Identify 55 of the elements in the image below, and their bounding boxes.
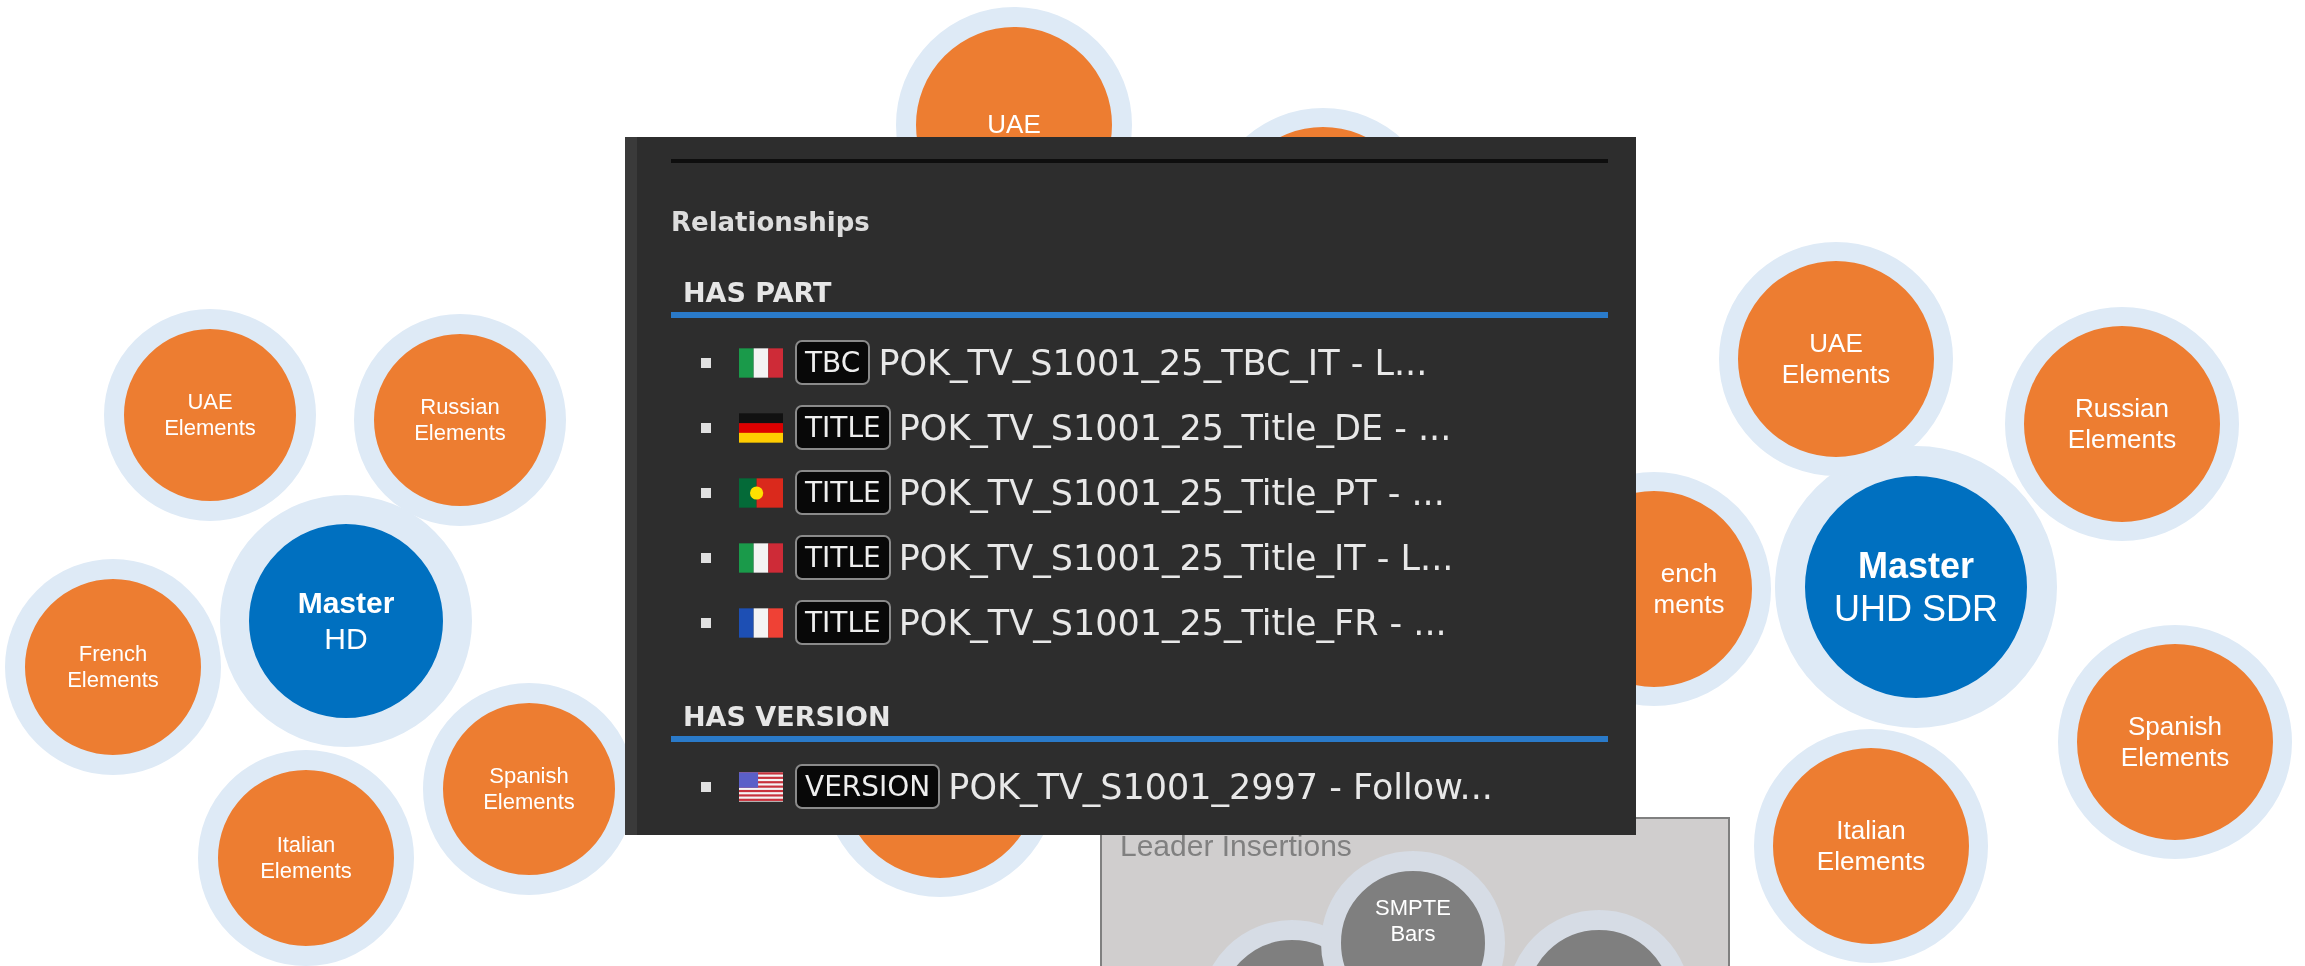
type-tag: TITLE <box>795 470 891 515</box>
asset-link[interactable]: POK_TV_S1001_25_Title_IT - L... <box>898 537 1454 578</box>
bubble-label: Bars <box>1390 921 1436 948</box>
asset-link[interactable]: POK_TV_S1001_25_Title_DE - ... <box>898 407 1452 448</box>
flag-icon <box>739 607 783 638</box>
bubble-label: Elements <box>164 415 256 442</box>
bubble-label: UAE <box>1809 327 1863 359</box>
bullet-icon <box>701 552 711 563</box>
flag-icon <box>739 542 783 573</box>
bubble-label: Elements <box>1816 846 1926 878</box>
flag-icon <box>739 771 783 802</box>
bubble-label: UAE <box>187 388 233 415</box>
flag-icon <box>739 412 783 443</box>
type-tag: TBC <box>795 340 871 385</box>
asset-link[interactable]: POK_TV_S1001_2997 - Follow... <box>948 766 1493 807</box>
bubble-label: Spanish <box>2128 710 2222 742</box>
bubble-label: Elements <box>2067 424 2177 456</box>
bubble-label: French <box>78 640 148 667</box>
bubble-label: UHD SDR <box>1834 587 1998 631</box>
asset-link[interactable]: POK_TV_S1001_25_Title_FR - ... <box>898 602 1447 643</box>
type-tag: TITLE <box>795 535 891 580</box>
bubble-label: Elements <box>2120 742 2230 774</box>
bubble-label: HD <box>324 621 368 657</box>
flag-icon <box>739 347 783 378</box>
section-heading: HAS PART <box>682 277 833 308</box>
bullet-icon <box>701 422 711 433</box>
asset-link[interactable]: POK_TV_S1001_25_TBC_IT - L... <box>878 342 1428 383</box>
bubble-label: ments <box>1653 589 1725 621</box>
bubble-label: Russian <box>2075 392 2169 424</box>
type-tag: VERSION <box>795 764 941 809</box>
bubble-label: Elements <box>1781 359 1891 391</box>
bullet-icon <box>701 357 711 368</box>
bubble-label: Master <box>1857 543 1975 587</box>
type-tag: TITLE <box>795 600 891 645</box>
bubble-label: SMPTE <box>1375 895 1451 922</box>
section-heading: HAS VERSION <box>682 701 892 732</box>
bullet-icon <box>701 781 711 792</box>
bullet-icon <box>701 487 711 498</box>
leader-insertions-title: Leader Insertions <box>1120 829 1352 863</box>
bubble-label: Italian <box>276 831 336 858</box>
bubble-label: ench <box>1660 557 1718 589</box>
flag-icon <box>739 477 783 508</box>
bubble-label: Elements <box>483 789 575 816</box>
bubble-label: Italian <box>1836 814 1906 846</box>
bubble-label: Master <box>297 585 395 621</box>
bubble-label: Elements <box>414 420 506 447</box>
bubble-label: Elements <box>260 858 352 885</box>
bubble-label: Spanish <box>489 762 569 789</box>
bullet-icon <box>701 617 711 628</box>
bubble-label: Elements <box>67 667 159 694</box>
bubble-label: Russian <box>420 393 500 420</box>
panel-title: Relationships <box>671 207 871 237</box>
type-tag: TITLE <box>795 405 891 450</box>
bubble-label: UAE <box>987 109 1041 141</box>
asset-link[interactable]: POK_TV_S1001_25_Title_PT - ... <box>898 472 1445 513</box>
